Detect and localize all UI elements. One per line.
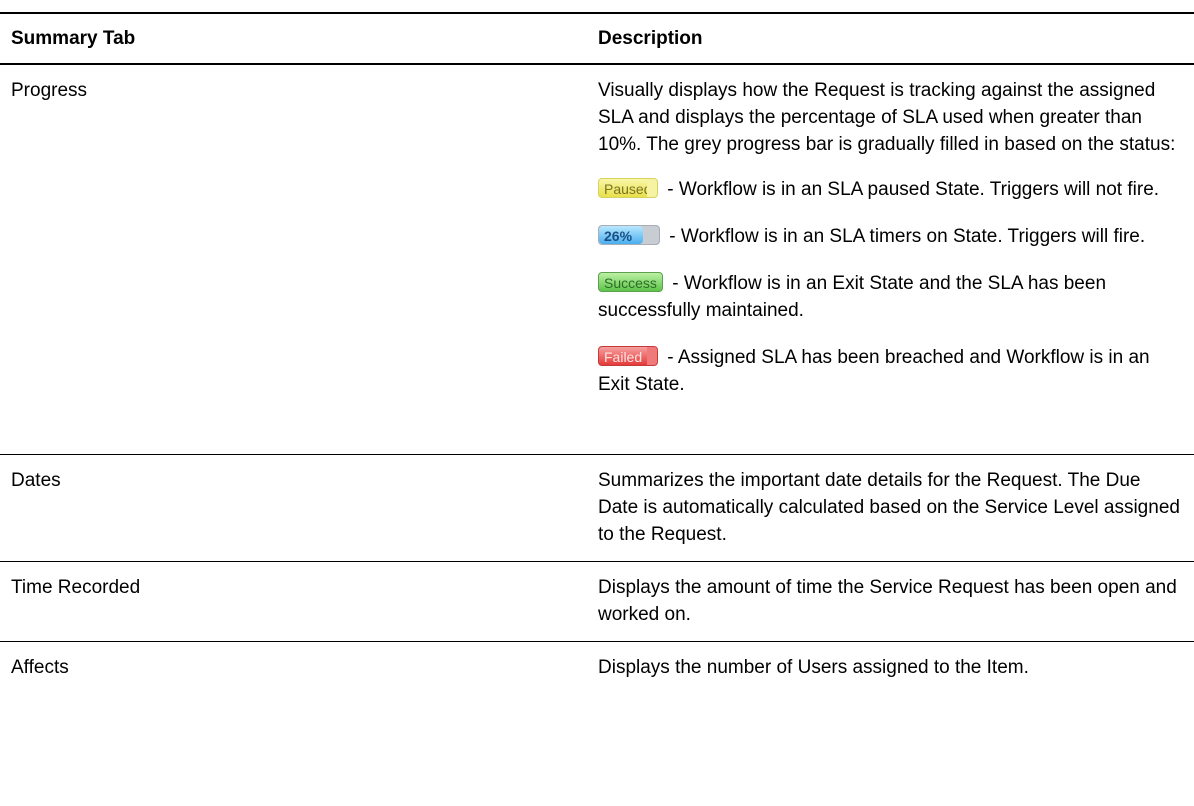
header-description: Description xyxy=(598,28,703,49)
success-status-badge: Success xyxy=(598,272,663,292)
table-row-time-recorded: Time Recorded Displays the amount of tim… xyxy=(0,562,1194,642)
row-description-affects: Displays the number of Users assigned to… xyxy=(598,657,1029,678)
timer-progress-badge: 26% xyxy=(598,225,660,245)
row-description-dates: Summarizes the important date details fo… xyxy=(598,470,1180,545)
table-header-row: Summary Tab Description xyxy=(0,14,1194,65)
row-description-time-recorded: Displays the amount of time the Service … xyxy=(598,577,1177,625)
progress-intro-text: Visually displays how the Request is tra… xyxy=(598,80,1176,155)
table-row-affects: Affects Displays the number of Users ass… xyxy=(0,642,1194,696)
paused-status-badge: Paused xyxy=(598,178,658,198)
failed-status-badge: Failed xyxy=(598,346,658,366)
table-row-dates: Dates Summarizes the important date deta… xyxy=(0,455,1194,562)
success-status-text: - Workflow is in an Exit State and the S… xyxy=(598,273,1107,321)
status-item-success: Success - Workflow is in an Exit State a… xyxy=(598,270,1180,324)
header-summary-tab: Summary Tab xyxy=(11,28,136,49)
status-item-failed: Failed - Assigned SLA has been breached … xyxy=(598,344,1180,398)
row-label-progress: Progress xyxy=(11,80,88,101)
failed-status-text: - Assigned SLA has been breached and Wor… xyxy=(598,347,1150,395)
row-label-dates: Dates xyxy=(11,470,61,491)
table-row-progress: Progress Visually displays how the Reque… xyxy=(0,65,1194,455)
summary-tab-table: Summary Tab Description Progress Visuall… xyxy=(0,12,1194,696)
timer-progress-fill: 26% xyxy=(599,226,643,244)
row-label-affects: Affects xyxy=(11,657,69,678)
row-label-time-recorded: Time Recorded xyxy=(11,577,141,598)
status-item-paused: Paused - Workflow is in an SLA paused St… xyxy=(598,176,1180,203)
paused-status-text: - Workflow is in an SLA paused State. Tr… xyxy=(667,179,1160,200)
status-item-timers-on: 26% - Workflow is in an SLA timers on St… xyxy=(598,223,1180,250)
timer-status-text: - Workflow is in an SLA timers on State.… xyxy=(669,226,1146,247)
row-description-progress: Visually displays how the Request is tra… xyxy=(578,65,1194,454)
